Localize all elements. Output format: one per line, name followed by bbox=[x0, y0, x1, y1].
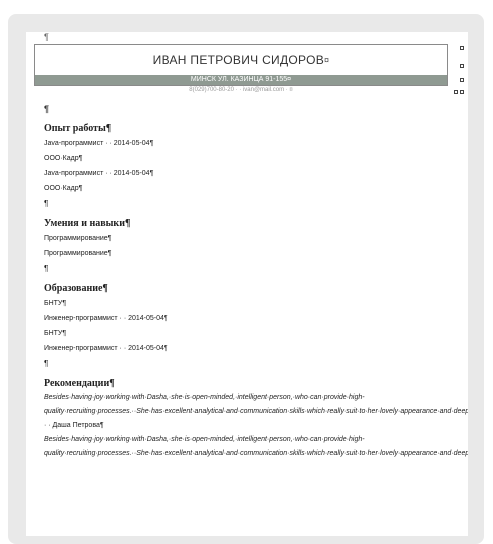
table-row-handle-icon[interactable] bbox=[460, 78, 464, 82]
table-resize-handle-icon[interactable] bbox=[460, 90, 464, 94]
full-name-cell[interactable]: ИВАН ПЕТРОВИЧ СИДОРОВ ¤ bbox=[35, 45, 447, 75]
contact-line: 8(029)700-80-20 · · ivan@mail.com · ¤ bbox=[189, 87, 293, 93]
recommendation-paragraph: Besides·having·joy·working·with·Dasha,·s… bbox=[44, 391, 468, 433]
paragraph-mark: ¶ bbox=[44, 32, 49, 42]
experience-heading: Опыт работы¶ bbox=[44, 123, 112, 134]
paragraph-mark: ¶ bbox=[44, 104, 50, 114]
resume-header-box[interactable]: ИВАН ПЕТРОВИЧ СИДОРОВ ¤ МИНСК УЛ. КАЗИНЦА… bbox=[34, 44, 448, 86]
experience-line: Java-программист · · 2014-05-04¶ bbox=[44, 140, 154, 147]
skills-heading: Умения и навыки¶ bbox=[44, 218, 131, 229]
recommendations-heading: Рекомендации¶ bbox=[44, 378, 115, 389]
experience-line: Java-программист · · 2014-05-04¶ bbox=[44, 170, 154, 177]
recommendation-signature: · · Даша Петрова¶ bbox=[44, 422, 104, 429]
skill-line: Программирование¶ bbox=[44, 235, 112, 242]
paragraph-mark: ¶ bbox=[44, 264, 49, 273]
education-heading: Образование¶ bbox=[44, 283, 108, 294]
document-page[interactable]: ¶ ИВАН ПЕТРОВИЧ СИДОРОВ ¤ МИНСК УЛ. КАЗИН… bbox=[26, 32, 468, 536]
education-line: БНТУ¶ bbox=[44, 330, 67, 337]
full-name: ИВАН ПЕТРОВИЧ СИДОРОВ bbox=[152, 53, 325, 67]
recommendation-text: Besides·having·joy·working·with·Dasha,·s… bbox=[44, 394, 468, 415]
recommendation-paragraph: Besides·having·joy·working·with·Dasha,·s… bbox=[44, 436, 468, 457]
table-resize-handle-icon[interactable] bbox=[454, 90, 458, 94]
table-row-handle-icon[interactable] bbox=[460, 64, 464, 68]
cell-end-mark: ¤ bbox=[324, 55, 330, 65]
paragraph-mark: ¶ bbox=[44, 359, 49, 368]
resume-body[interactable]: ¶ Опыт работы¶ Java-программист · · 2014… bbox=[44, 102, 468, 461]
table-handles[interactable] bbox=[454, 44, 466, 104]
education-line: БНТУ¶ bbox=[44, 300, 67, 307]
address-cell[interactable]: МИНСК УЛ. КАЗИНЦА 91-155¤ bbox=[35, 75, 447, 85]
skill-line: Программирование¶ bbox=[44, 250, 112, 257]
paragraph-mark: ¶ bbox=[44, 199, 49, 208]
education-line: Инженер-программист · · 2014-05-04¶ bbox=[44, 315, 168, 322]
experience-line: ООО·Кадр¶ bbox=[44, 185, 83, 192]
education-line: Инженер-программист · · 2014-05-04¶ bbox=[44, 345, 168, 352]
experience-line: ООО·Кадр¶ bbox=[44, 155, 83, 162]
table-row-handle-icon[interactable] bbox=[460, 46, 464, 50]
